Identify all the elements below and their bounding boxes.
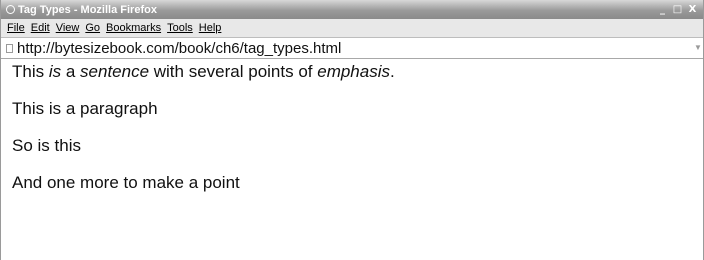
close-button[interactable]: X (686, 3, 699, 16)
menu-bar: File Edit View Go Bookmarks Tools Help (1, 19, 703, 37)
page-content: This is a sentence with several points o… (1, 59, 703, 193)
title-bar[interactable]: Tag Types - Mozilla Firefox _ □ X (1, 0, 703, 19)
url-text[interactable]: http://bytesizebook.com/book/ch6/tag_typ… (17, 40, 693, 57)
paragraph: So is this (12, 136, 81, 155)
emphasis-sentence: This is a sentence with several points o… (12, 62, 703, 82)
menu-edit[interactable]: Edit (31, 22, 50, 34)
window-controls: _ □ X (656, 3, 699, 16)
page-icon (6, 43, 13, 53)
menu-bookmarks[interactable]: Bookmarks (106, 22, 161, 34)
paragraph: This is a paragraph (12, 99, 158, 118)
menu-tools[interactable]: Tools (167, 22, 193, 34)
emphasis-word: is (48, 62, 62, 81)
menu-go[interactable]: Go (85, 22, 100, 34)
emphasis-word: sentence (80, 62, 150, 81)
window-title: Tag Types - Mozilla Firefox (18, 3, 157, 16)
emphasis-word: emphasis (317, 62, 390, 81)
firefox-app-icon[interactable] (6, 5, 15, 14)
sentence-text: . (390, 62, 395, 81)
browser-window: Tag Types - Mozilla Firefox _ □ X File E… (0, 0, 704, 260)
minimize-button[interactable]: _ (656, 3, 669, 16)
menu-view[interactable]: View (56, 22, 80, 34)
menu-help[interactable]: Help (199, 22, 222, 34)
sentence-text: a (61, 62, 81, 81)
chevron-down-icon[interactable]: ▼ (693, 38, 703, 58)
sentence-text: This (12, 62, 49, 81)
address-bar[interactable]: http://bytesizebook.com/book/ch6/tag_typ… (1, 37, 703, 59)
sentence-text: with several points of (149, 62, 318, 81)
maximize-button[interactable]: □ (671, 3, 684, 16)
menu-file[interactable]: File (7, 22, 25, 34)
paragraph: And one more to make a point (12, 173, 240, 192)
